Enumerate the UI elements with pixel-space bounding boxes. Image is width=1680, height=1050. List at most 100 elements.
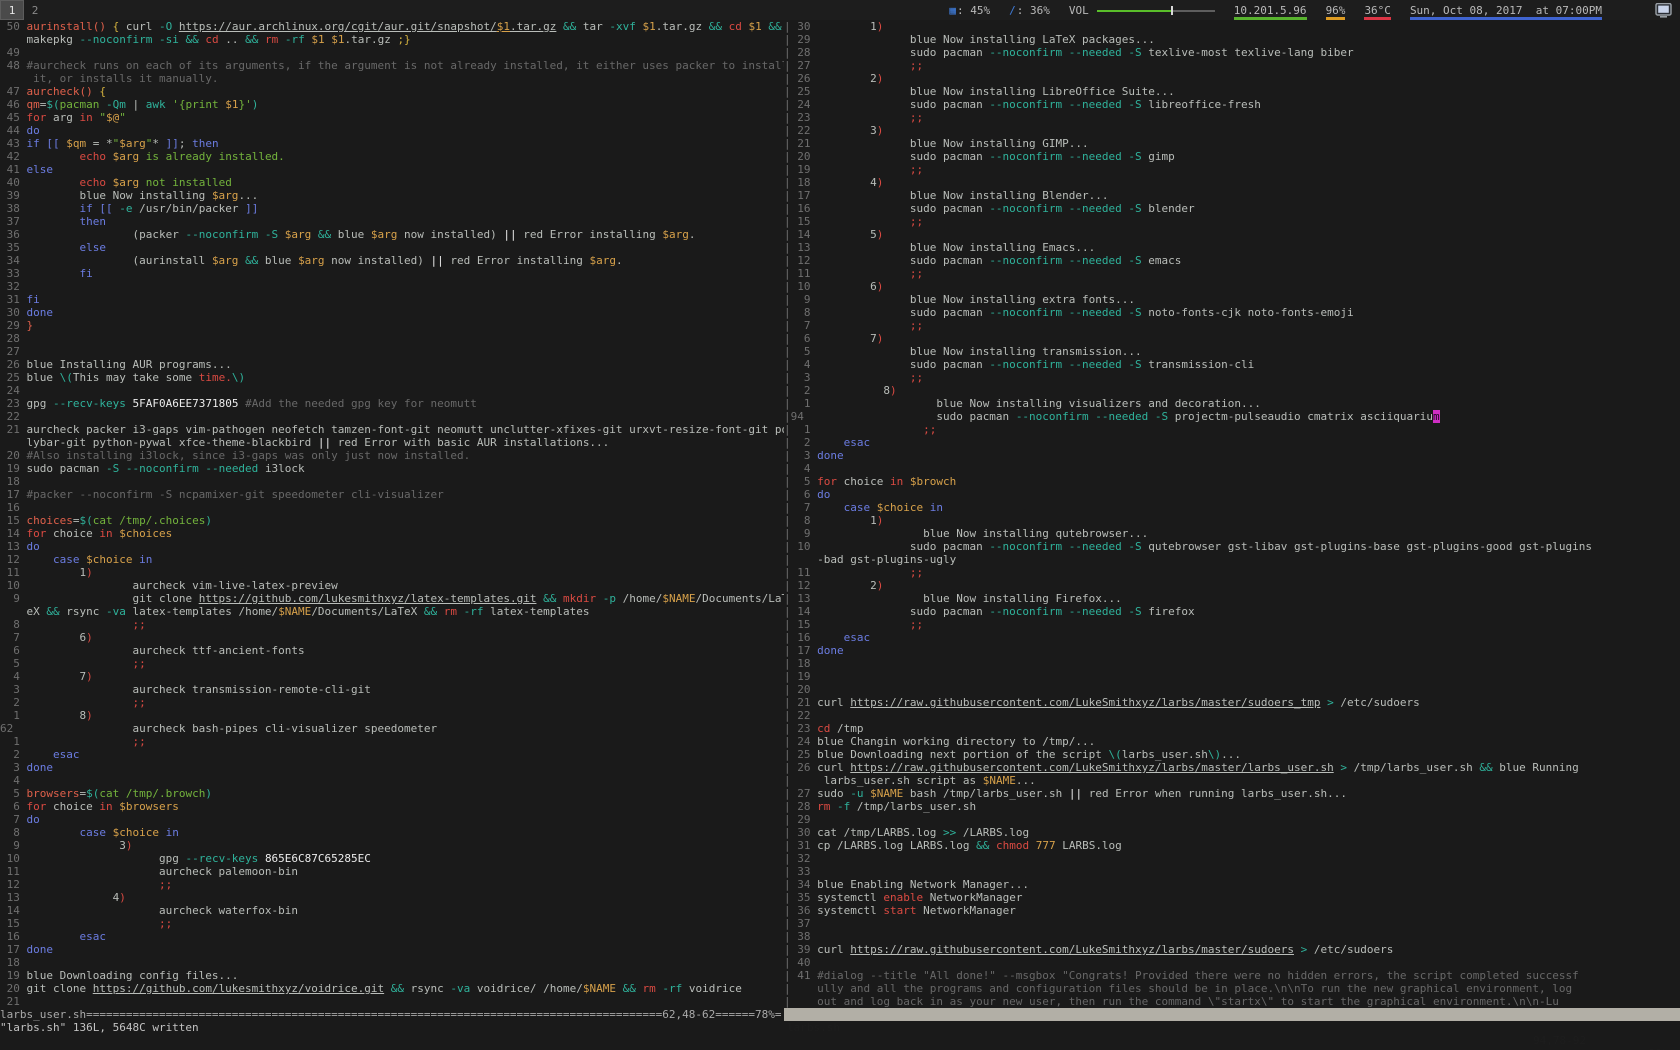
statusline-active: larbs.sh 94,78-92 96% [784, 1008, 1680, 1021]
code-line: | 30 cat /tmp/LARBS.log >> /LARBS.log [784, 826, 1680, 839]
volume-remainder-bar [1173, 10, 1215, 12]
workspace-button-1[interactable]: 1 [0, 0, 24, 20]
code-line: | 31 cp /LARBS.log LARBS.log && chmod 77… [784, 839, 1680, 852]
code-line: | 17 blue Now installing Blender... [784, 189, 1680, 202]
code-line: | 1 ;; [784, 423, 1680, 436]
code-line: 18 [0, 956, 784, 969]
code-line: | 41 #dialog --title "All done!" --msgbo… [784, 969, 1680, 982]
code-line: 3 aurcheck transmission-remote-cli-git [0, 683, 784, 696]
code-line: | 21 curl https://raw.githubusercontent.… [784, 696, 1680, 709]
code-line: 10 gpg --recv-keys 865E6C87C65285EC [0, 852, 784, 865]
code-line: makepkg --noconfirm -si && cd .. && rm -… [0, 33, 784, 46]
code-line: | 16 esac [784, 631, 1680, 644]
code-line: 30 done [0, 306, 784, 319]
volume-block[interactable]: VOL [1069, 0, 1215, 20]
code-line: | 29 blue Now installing LaTeX packages.… [784, 33, 1680, 46]
code-line: 14 aurcheck waterfox-bin [0, 904, 784, 917]
code-line: 62 aurcheck bash-pipes cli-visualizer sp… [0, 722, 784, 735]
statusline-inactive: larbs_user.sh===========================… [0, 1008, 784, 1021]
code-line: | 9 blue Now installing qutebrowser... [784, 527, 1680, 540]
datetime-label: Sun, Oct 08, 2017 at 07:00PM [1410, 4, 1602, 17]
volume-label: VOL [1069, 4, 1089, 17]
code-line: | 36 systemctl start NetworkManager [784, 904, 1680, 917]
code-line: | 19 ;; [784, 163, 1680, 176]
code-line: 19 sudo pacman -S --noconfirm --needed i… [0, 462, 784, 475]
code-line: | 7 case $choice in [784, 501, 1680, 514]
code-line: 32 [0, 280, 784, 293]
status-bar: 12 ▦: 45% /: 36% VOL 10.201.5.96 96% 36°C Sun,… [0, 0, 1680, 20]
code-line: 28 [0, 332, 784, 345]
pane-larbs-user-sh[interactable]: 50 aurinstall() { curl -O https://aur.ar… [0, 20, 784, 1008]
code-line: 9 3) [0, 839, 784, 852]
code-line: | 25 blue Downloading next portion of th… [784, 748, 1680, 761]
code-line: | 11 ;; [784, 267, 1680, 280]
code-line: 15 ;; [0, 917, 784, 930]
temperature-block[interactable]: 36°C [1364, 0, 1391, 20]
code-line: | 17 done [784, 644, 1680, 657]
code-line: | 6 do [784, 488, 1680, 501]
disk-icon: / [1009, 4, 1016, 17]
code-line: | 3 ;; [784, 371, 1680, 384]
ip-address-block[interactable]: 10.201.5.96 [1234, 0, 1307, 20]
code-line: | 32 [784, 852, 1680, 865]
workspace-switcher: 12 [0, 0, 46, 20]
memory-block[interactable]: ▦: 45% [949, 0, 990, 20]
code-line: | 22 [784, 709, 1680, 722]
code-line: | 24 sudo pacman --noconfirm --needed -S… [784, 98, 1680, 111]
code-line: 5 ;; [0, 657, 784, 670]
disk-block[interactable]: /: 36% [1009, 0, 1050, 20]
datetime-block[interactable]: Sun, Oct 08, 2017 at 07:00PM [1410, 0, 1602, 20]
code-line: | 10 sudo pacman --noconfirm --needed -S… [784, 540, 1680, 553]
memory-icon: ▦ [949, 4, 956, 17]
code-line: | 5 for choice in $browch [784, 475, 1680, 488]
memory-label: : 45% [957, 4, 990, 17]
code-line: | 29 [784, 813, 1680, 826]
volume-slider[interactable] [1097, 6, 1215, 15]
code-line: | 4 [784, 462, 1680, 475]
battery-block[interactable]: 96% [1326, 0, 1346, 20]
code-line: | 33 [784, 865, 1680, 878]
display-icon[interactable] [1655, 3, 1672, 18]
code-line: | 20 [784, 683, 1680, 696]
code-line: 21 aurcheck packer i3-gaps vim-pathogen … [0, 423, 784, 436]
code-line: 25 blue \(This may take some time.\) [0, 371, 784, 384]
code-line: | 16 sudo pacman --noconfirm --needed -S… [784, 202, 1680, 215]
code-line: | 37 [784, 917, 1680, 930]
code-line: | 13 blue Now installing Emacs... [784, 241, 1680, 254]
code-line: 48 #aurcheck runs on each of its argumen… [0, 59, 784, 72]
code-line: | 30 1) [784, 20, 1680, 33]
code-line: 26 blue Installing AUR programs... [0, 358, 784, 371]
code-line: | 5 blue Now installing transmission... [784, 345, 1680, 358]
workspace-button-2[interactable]: 2 [24, 0, 46, 20]
code-line: 1 8) [0, 709, 784, 722]
code-line: 35 else [0, 241, 784, 254]
code-line: 17 done [0, 943, 784, 956]
code-line: eX && rsync -va latex-templates /home/$N… [0, 605, 784, 618]
status-blocks: ▦: 45% /: 36% VOL 10.201.5.96 96% 36°C Sun, Oc… [949, 0, 1680, 20]
cursor-block: m [1433, 410, 1440, 423]
code-line: 44 do [0, 124, 784, 137]
code-line: 19 blue Downloading config files... [0, 969, 784, 982]
code-line: | 9 blue Now installing extra fonts... [784, 293, 1680, 306]
code-line: | 12 sudo pacman --noconfirm --needed -S… [784, 254, 1680, 267]
code-line: | 21 blue Now installing GIMP... [784, 137, 1680, 150]
pane-larbs-sh[interactable]: | 30 1)| 29 blue Now installing LaTeX pa… [784, 20, 1680, 1008]
code-line: | 7 ;; [784, 319, 1680, 332]
code-line: 43 if [[ $qm = *"$arg"* ]]; then [0, 137, 784, 150]
code-line: 12 case $choice in [0, 553, 784, 566]
code-line: | 39 curl https://raw.githubusercontent.… [784, 943, 1680, 956]
code-line: | 14 sudo pacman --noconfirm --needed -S… [784, 605, 1680, 618]
code-line: | 8 sudo pacman --noconfirm --needed -S … [784, 306, 1680, 319]
code-line: | 22 3) [784, 124, 1680, 137]
code-line: 27 [0, 345, 784, 358]
code-line: 4 [0, 774, 784, 787]
code-line: | 11 ;; [784, 566, 1680, 579]
code-line: 40 echo $arg not installed [0, 176, 784, 189]
code-line: 39 blue Now installing $arg... [0, 189, 784, 202]
code-line: 2 esac [0, 748, 784, 761]
code-line: 8 ;; [0, 618, 784, 631]
code-line: | 6 7) [784, 332, 1680, 345]
code-line: 41 else [0, 163, 784, 176]
code-line: 9 git clone https://github.com/lukesmith… [0, 592, 784, 605]
code-line: | 28 sudo pacman --noconfirm --needed -S… [784, 46, 1680, 59]
